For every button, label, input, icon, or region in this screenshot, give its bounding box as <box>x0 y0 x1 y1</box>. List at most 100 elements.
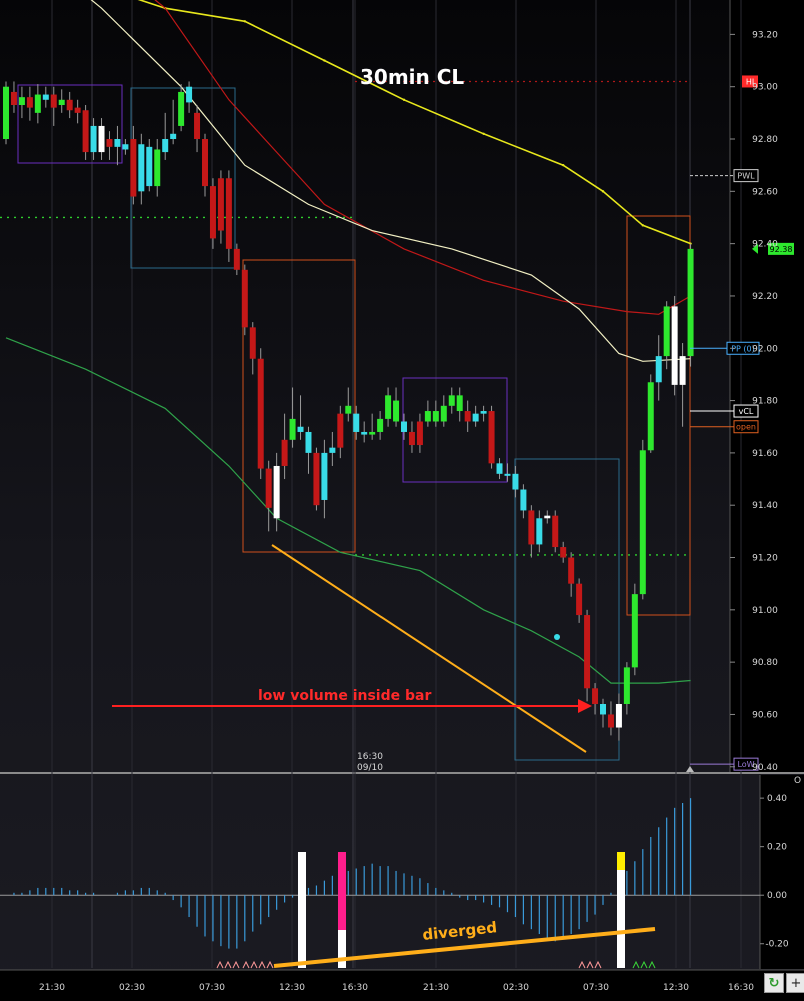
price-tick-label: 93.00 <box>752 83 778 93</box>
moving-average-point <box>402 98 406 101</box>
signal-triangle <box>648 960 656 969</box>
candle-body <box>345 405 352 414</box>
candle <box>289 387 296 448</box>
candle <box>257 348 264 480</box>
time-tick-label: 02:30 <box>119 983 145 993</box>
candle <box>464 400 471 432</box>
candle-body <box>265 468 272 508</box>
price-tick-label: 91.00 <box>752 606 778 616</box>
candle-body <box>122 144 129 150</box>
signal-triangle <box>216 960 224 969</box>
candle-body <box>74 107 81 113</box>
candle-body <box>671 306 678 385</box>
candle-body <box>281 439 288 466</box>
candle-body <box>401 421 407 432</box>
candle <box>66 91 73 119</box>
candle-body <box>26 97 33 108</box>
candle <box>607 701 614 736</box>
inside-bar-annotation: low volume inside bar <box>258 688 431 704</box>
candle-body <box>408 431 415 446</box>
candle-body <box>600 703 606 715</box>
candle <box>377 411 384 440</box>
candle <box>488 405 495 469</box>
candle <box>568 552 575 597</box>
highlight-bar <box>617 852 625 870</box>
candle <box>281 413 288 480</box>
candle-body <box>416 421 423 446</box>
candle <box>512 465 519 498</box>
candle <box>369 413 376 440</box>
candle <box>679 343 686 427</box>
candle-body <box>544 515 551 519</box>
candle-body <box>297 426 304 432</box>
candle <box>313 447 320 511</box>
candle <box>520 484 527 519</box>
signal-dot-marker <box>554 634 560 640</box>
candle <box>225 170 232 262</box>
moving-average-point <box>601 190 605 193</box>
candle-body <box>18 97 25 106</box>
level-tag: open <box>690 420 759 434</box>
refresh-icon: ↻ <box>768 976 780 991</box>
candle-body <box>592 688 599 704</box>
candle <box>401 413 407 440</box>
time-tick-label: 21:30 <box>39 983 65 993</box>
candle <box>26 86 33 121</box>
corner-label: O <box>794 776 801 786</box>
highlight-bar <box>338 852 346 930</box>
price-tick-label: 91.80 <box>752 397 778 407</box>
price-tick-label: 92.00 <box>752 344 778 354</box>
candle <box>504 463 511 482</box>
zoom-in-button[interactable]: + <box>786 973 804 993</box>
chart-window: HI PWL vCL open PP (0) LoW 92.38 93.20 93.00 92.… <box>0 0 804 1001</box>
candle-body <box>178 91 185 126</box>
candle-body <box>329 447 336 453</box>
candle <box>448 387 455 414</box>
indicator-tick-label: 0.40 <box>767 794 787 804</box>
session-date-label: 09/10 <box>357 763 383 773</box>
scroll-end-marker[interactable] <box>686 766 694 772</box>
candle-body <box>138 144 145 192</box>
candle-body <box>66 99 73 111</box>
candle-body <box>440 405 447 422</box>
time-tick-label: 16:30 <box>728 983 754 993</box>
candle-body <box>305 431 312 453</box>
candle <box>106 131 113 160</box>
candle-body <box>647 382 654 451</box>
price-tick-label: 93.20 <box>752 30 778 40</box>
candle-body <box>456 395 463 412</box>
candle-body <box>106 139 113 147</box>
candle <box>584 609 591 702</box>
chart-canvas: HIPWLvCLopenPP (0)LoW92.38 93.2093.0092.… <box>0 0 804 1001</box>
candle <box>424 400 431 427</box>
candle-body <box>472 413 479 422</box>
price-tick-label: 90.60 <box>752 710 778 720</box>
candle <box>456 387 463 422</box>
candle-body <box>496 463 503 474</box>
refresh-button[interactable]: ↻ <box>764 973 784 993</box>
candle <box>58 89 65 113</box>
candle-body <box>130 139 137 197</box>
candle-body <box>663 306 670 357</box>
candle <box>265 460 272 532</box>
signal-triangle <box>586 960 594 969</box>
candle-body <box>154 149 161 187</box>
candle-body <box>194 112 201 140</box>
candle <box>663 301 670 370</box>
candle <box>249 322 256 375</box>
moving-average-point <box>641 224 644 227</box>
candle <box>671 295 678 396</box>
level-tag-label: vCL <box>739 407 754 416</box>
candle-body <box>576 583 583 616</box>
candle-body <box>217 178 224 231</box>
candle <box>496 458 503 480</box>
candle-body <box>377 418 384 432</box>
candle-body <box>170 133 177 140</box>
inside-bar-arrow-head <box>578 699 592 713</box>
price-tick-label: 92.80 <box>752 135 778 145</box>
session-time-label: 16:30 <box>357 752 383 762</box>
signal-triangle <box>224 960 232 969</box>
plus-icon: + <box>790 976 802 991</box>
candle <box>241 264 248 336</box>
candle-body <box>90 125 97 153</box>
